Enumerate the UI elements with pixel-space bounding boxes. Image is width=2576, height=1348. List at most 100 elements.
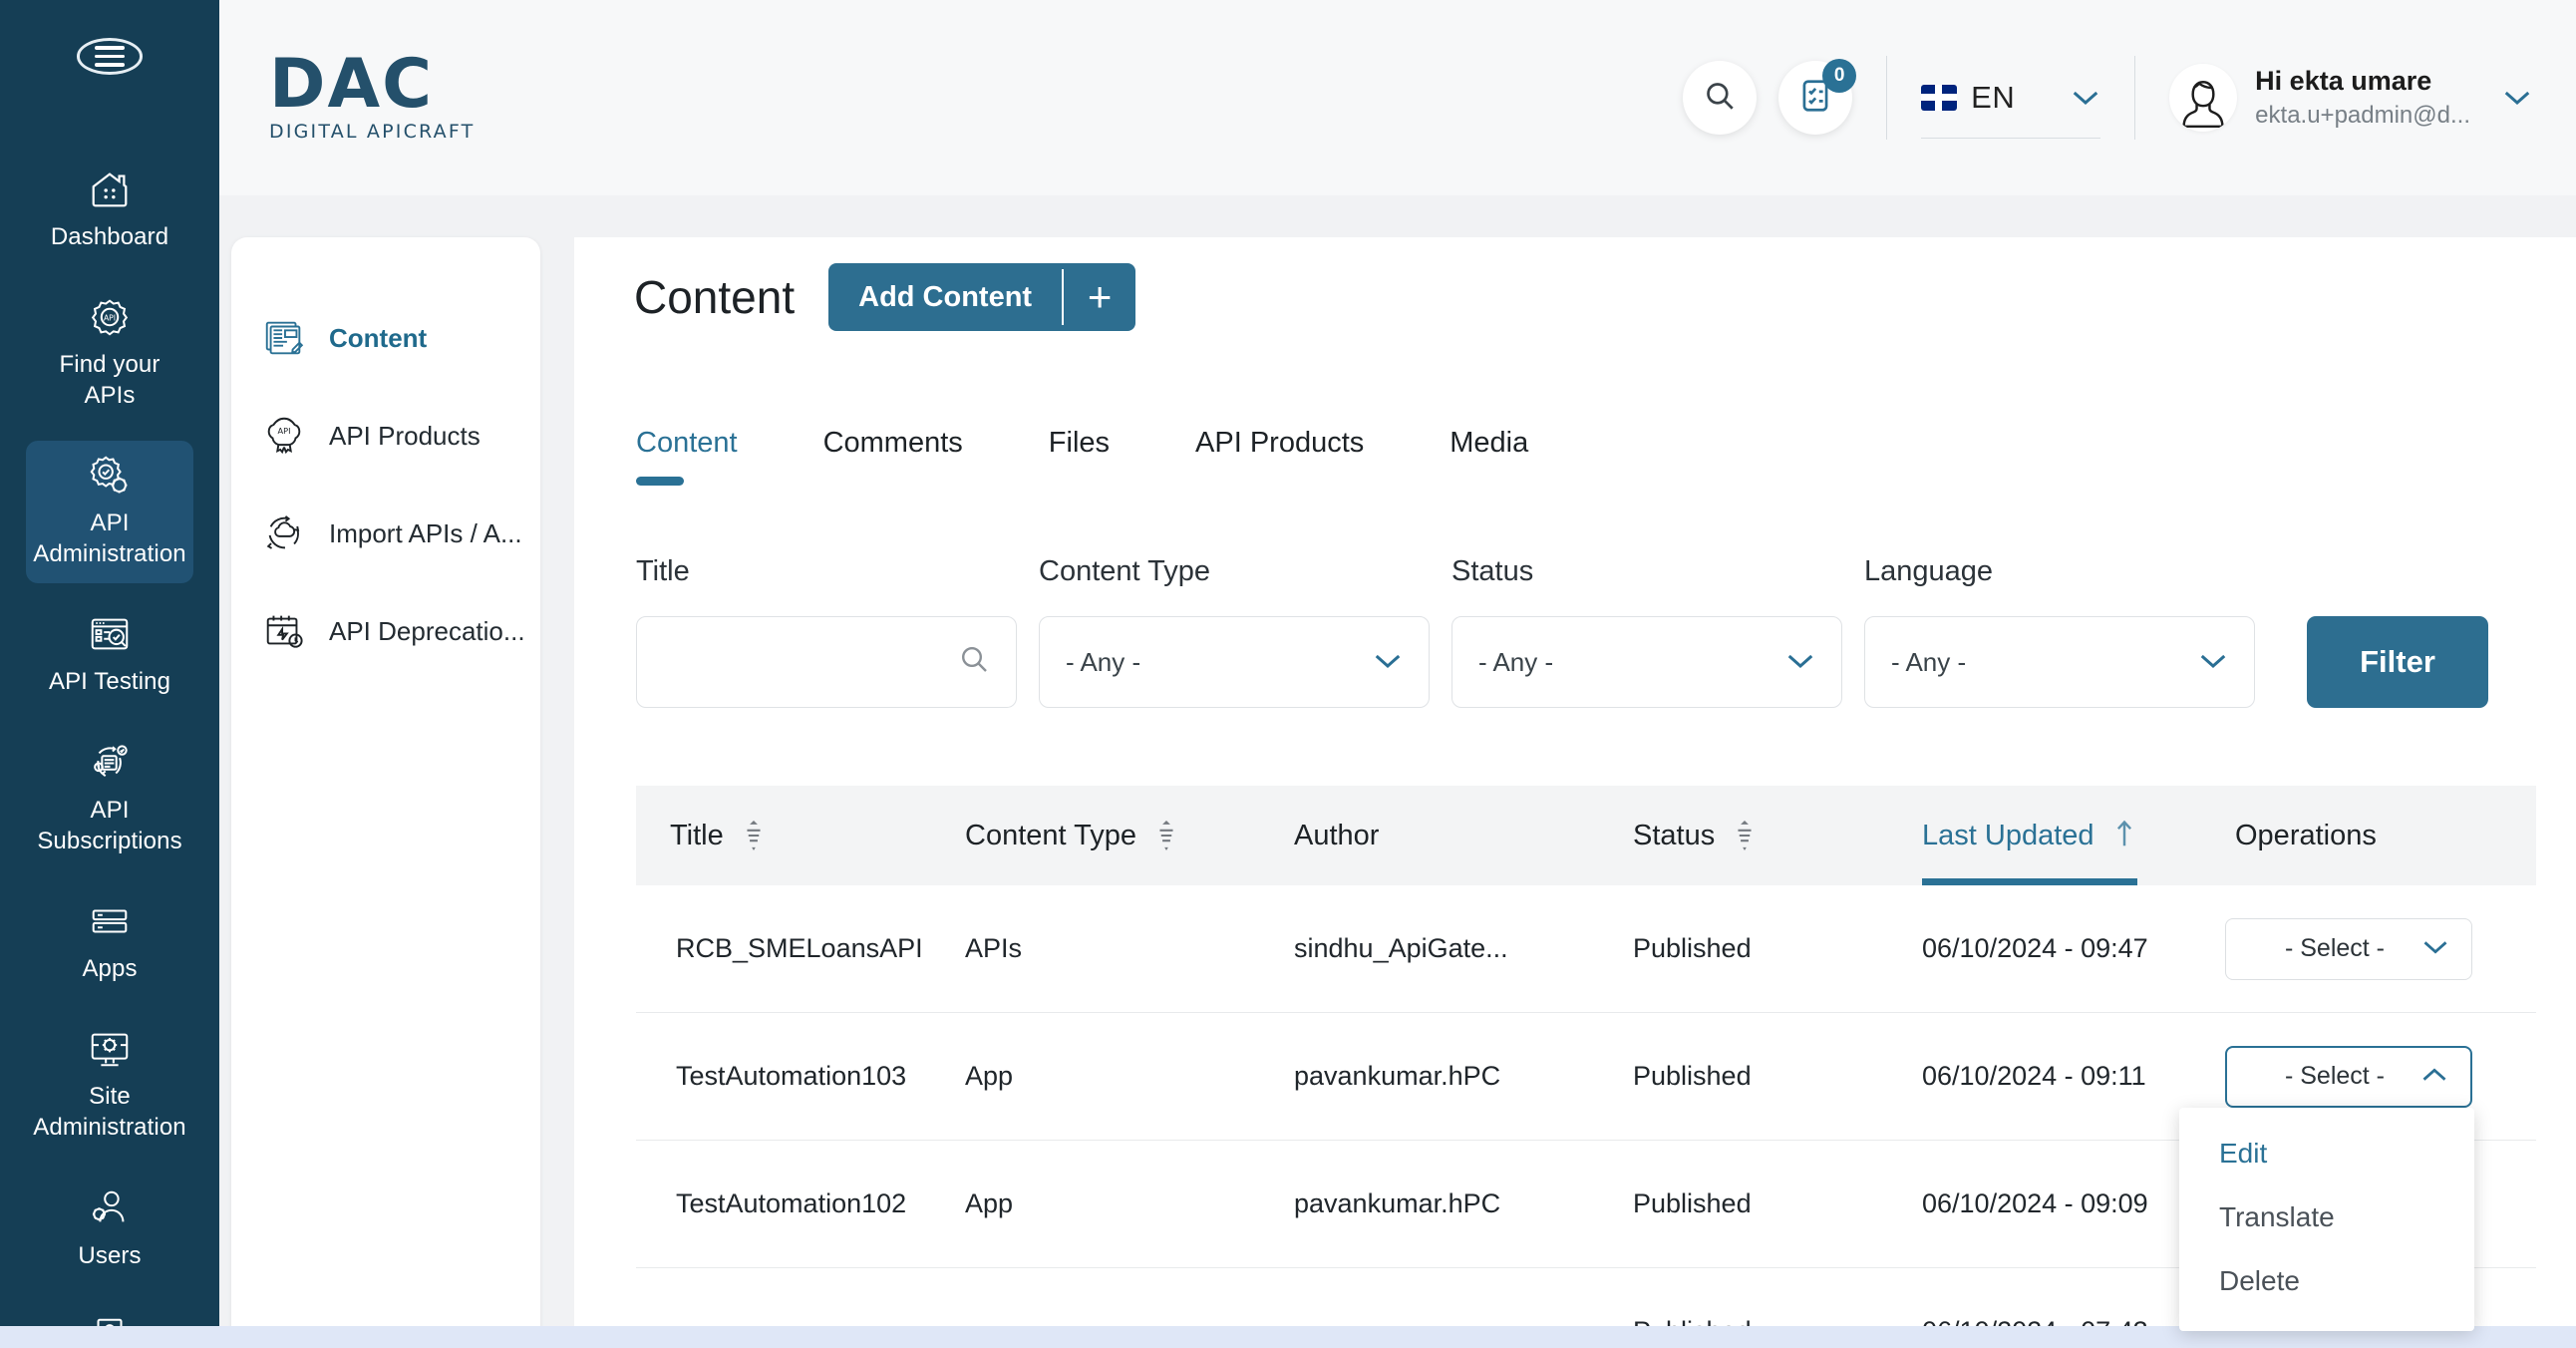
page-title: Content xyxy=(634,271,796,323)
operations-value: - Select - xyxy=(2284,1062,2386,1090)
header-actions: 0 EN Hi ekta umare ekta.u+padmin@d... xyxy=(1683,56,2532,140)
tab-label: Media xyxy=(1449,427,1529,459)
filter-status-field: Status - Any - xyxy=(1451,555,1842,708)
secondary-sidebar: Content API API Products Import APIs / A… xyxy=(231,237,540,1346)
cell-content-type: App xyxy=(965,1188,1014,1218)
body-area: Content API API Products Import APIs / A… xyxy=(219,195,2576,1348)
column-header-content-type[interactable]: Content Type xyxy=(965,786,1294,885)
tasks-button[interactable]: 0 xyxy=(1778,59,1857,135)
language-code: EN xyxy=(1971,79,2016,115)
sidebar-item-label: Dashboard xyxy=(50,222,169,250)
column-label: Last Updated xyxy=(1922,819,2094,851)
menu-item-delete[interactable]: Delete xyxy=(2179,1249,2474,1313)
site-administration-icon xyxy=(87,1026,133,1072)
plus-icon[interactable]: + xyxy=(1064,263,1135,331)
search-input[interactable] xyxy=(636,616,1017,708)
column-header-status[interactable]: Status xyxy=(1633,786,1922,885)
status-select[interactable]: - Any - xyxy=(1451,616,1842,708)
cell-author: pavankumar.hPC xyxy=(1294,1188,1501,1218)
sidebar-item-apps[interactable]: Apps xyxy=(26,886,193,998)
filter-language-label: Language xyxy=(1864,555,1994,587)
header-divider-1 xyxy=(1886,56,1888,140)
operations-select-open[interactable]: - Select - xyxy=(2225,1045,2472,1108)
tab-media[interactable]: Media xyxy=(1449,427,1528,486)
sidebar-item-api-testing[interactable]: API Testing xyxy=(26,599,193,711)
subnav-item-api-deprecation[interactable]: API Deprecatio... xyxy=(231,582,540,680)
sort-icon[interactable] xyxy=(1154,819,1178,852)
filter-button[interactable]: Filter xyxy=(2307,616,2488,708)
subnav-item-content[interactable]: Content xyxy=(231,289,540,387)
uk-flag-icon xyxy=(1921,84,1958,111)
operations-select[interactable]: - Select - xyxy=(2225,917,2472,980)
hamburger-icon[interactable] xyxy=(77,38,143,75)
cell-title: TestAutomation103 xyxy=(676,1061,907,1091)
cell-status: Published xyxy=(1633,933,1752,963)
api-subscriptions-icon xyxy=(87,740,133,786)
sidebar-item-users[interactable]: Users xyxy=(26,1174,193,1285)
subnav-item-label: Content xyxy=(329,322,428,353)
tab-content[interactable]: Content xyxy=(636,427,738,486)
tab-label: Content xyxy=(636,427,738,459)
cell-last-updated: 06/10/2024 - 09:47 xyxy=(1922,933,2148,963)
table-row[interactable]: RCB_SMELoansAPI APIs sindhu_ApiGate... P… xyxy=(636,885,2536,1013)
cell-title: RCB_SMELoansAPI xyxy=(676,933,923,963)
tasks-badge: 0 xyxy=(1822,59,1857,93)
sort-ascending-icon[interactable] xyxy=(2112,819,2136,852)
sidebar-item-label: API Subscriptions xyxy=(37,796,182,854)
column-header-title[interactable]: Title xyxy=(636,786,965,885)
status-value: - Any - xyxy=(1478,646,1554,677)
app-root: Dashboard API Find your APIs API Adminis… xyxy=(0,0,2576,1348)
cell-last-updated: 06/10/2024 - 09:11 xyxy=(1922,1061,2146,1091)
content-type-value: - Any - xyxy=(1066,646,1141,677)
sidebar-item-api-administration[interactable]: API Administration xyxy=(26,441,193,584)
chevron-up-icon xyxy=(2420,1062,2448,1091)
filter-status-label: Status xyxy=(1451,555,1534,587)
language-selector[interactable]: EN xyxy=(1921,58,2101,139)
tab-api-products[interactable]: API Products xyxy=(1195,427,1364,486)
apps-icon xyxy=(87,898,133,944)
subnav-item-import-apis[interactable]: Import APIs / A... xyxy=(231,485,540,582)
sidebar-item-site-administration[interactable]: Site Administration xyxy=(26,1014,193,1157)
users-icon xyxy=(87,1185,133,1231)
api-products-icon: API xyxy=(261,413,307,459)
operations-value: - Select - xyxy=(2284,934,2386,962)
filter-content-type-label: Content Type xyxy=(1039,555,1210,587)
filter-title-label: Title xyxy=(636,555,690,587)
chevron-down-icon[interactable] xyxy=(2502,88,2532,108)
top-header: DAC DIGITAL APICRAFT 0 EN Hi ekta umare … xyxy=(219,0,2576,195)
sort-icon[interactable] xyxy=(1733,819,1757,852)
svg-text:API: API xyxy=(104,313,116,322)
sort-icon[interactable] xyxy=(742,819,766,852)
chevron-down-icon xyxy=(1373,647,1403,678)
content-type-select[interactable]: - Any - xyxy=(1039,616,1430,708)
dashboard-icon xyxy=(87,167,133,212)
table-row[interactable]: TestAutomation103 App pavankumar.hPC Pub… xyxy=(636,1013,2536,1331)
cell-author: pavankumar.hPC xyxy=(1294,1061,1501,1091)
menu-item-edit[interactable]: Edit xyxy=(2179,1122,2474,1185)
tab-comments[interactable]: Comments xyxy=(823,427,963,486)
filter-title-field: Title xyxy=(636,555,1017,708)
chevron-down-icon xyxy=(1785,647,1815,678)
brand-logo[interactable]: DAC DIGITAL APICRAFT xyxy=(269,44,483,143)
user-info: Hi ekta umare ekta.u+padmin@d... xyxy=(2255,64,2470,132)
api-administration-icon xyxy=(87,453,133,499)
language-value: - Any - xyxy=(1891,646,1967,677)
chevron-down-icon xyxy=(2071,88,2100,108)
sidebar-item-label: Find your APIs xyxy=(59,350,161,409)
search-button[interactable] xyxy=(1683,61,1758,135)
subnav-item-api-products[interactable]: API API Products xyxy=(231,387,540,485)
user-menu[interactable]: Hi ekta umare ekta.u+padmin@d... xyxy=(2169,63,2532,132)
menu-item-translate[interactable]: Translate xyxy=(2179,1185,2474,1249)
sidebar-item-dashboard[interactable]: Dashboard xyxy=(26,155,193,266)
tab-files[interactable]: Files xyxy=(1049,427,1110,486)
sidebar-item-find-your-apis[interactable]: API Find your APIs xyxy=(26,282,193,425)
add-content-button[interactable]: Add Content + xyxy=(828,263,1136,331)
main-content: Content Add Content + Content Comments F… xyxy=(574,237,2576,1348)
column-header-author: Author xyxy=(1294,786,1633,885)
language-select[interactable]: - Any - xyxy=(1864,616,2255,708)
logo-main-text: DAC xyxy=(269,44,434,124)
column-header-last-updated[interactable]: Last Updated xyxy=(1922,786,2191,885)
header-divider-2 xyxy=(2134,56,2136,140)
sidebar-item-api-subscriptions[interactable]: API Subscriptions xyxy=(26,728,193,870)
chevron-down-icon xyxy=(2198,647,2228,678)
